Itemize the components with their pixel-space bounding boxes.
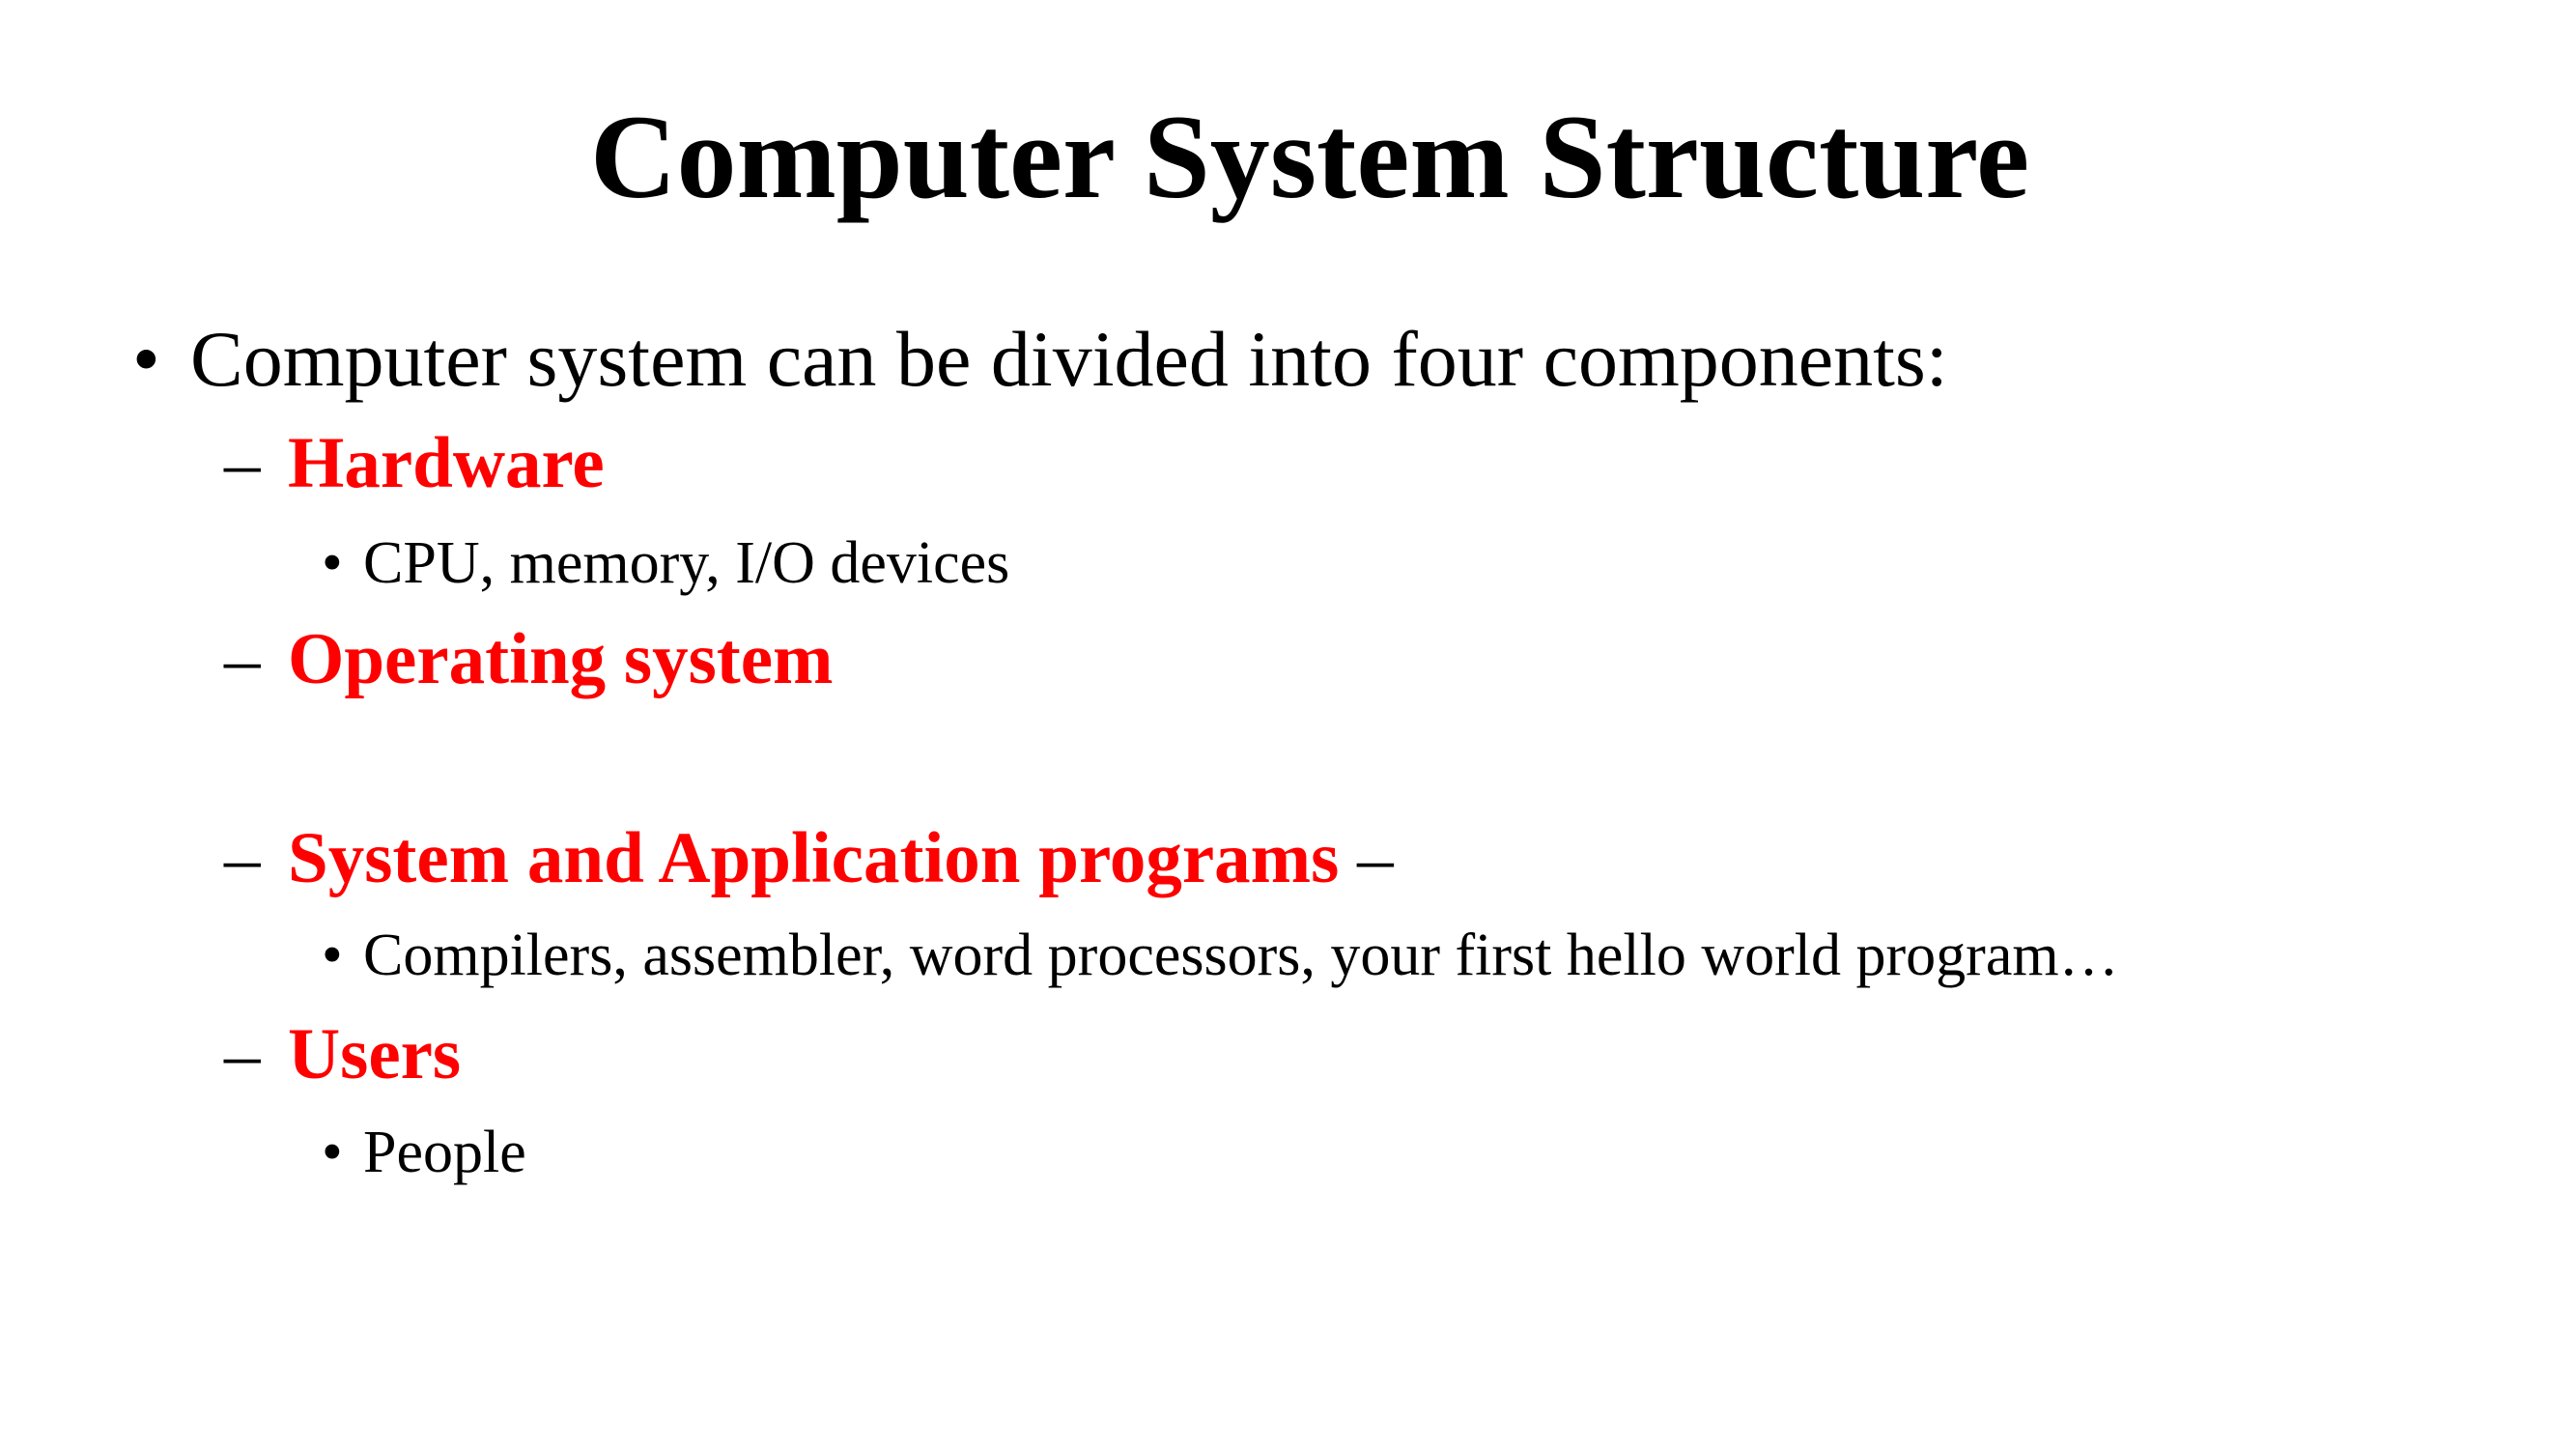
- bullet-icon: •: [322, 530, 343, 596]
- component-label-operating-system: Operating system: [288, 619, 834, 699]
- bullet-icon: •: [322, 1120, 343, 1185]
- detail-text: CPU, memory, I/O devices: [363, 530, 1010, 596]
- detail-text: Compilers, assembler, word processors, y…: [363, 923, 2119, 988]
- component-label: Hardware: [288, 419, 605, 508]
- component-label: System and Application programs –: [288, 814, 1394, 903]
- component-label: Users: [288, 1010, 461, 1099]
- component-label-programs: System and Application programs: [288, 818, 1340, 898]
- component-label: Operating system: [288, 615, 834, 704]
- component-label-hardware: Hardware: [288, 423, 605, 503]
- bullet-icon: •: [322, 923, 343, 988]
- slide-title: Computer System Structure: [589, 91, 2030, 223]
- dash-icon: –: [224, 423, 261, 503]
- slide: Computer System Structure • Computer sys…: [0, 0, 2576, 1448]
- component-suffix: –: [1339, 818, 1394, 898]
- detail-text: People: [363, 1120, 526, 1185]
- dash-icon: –: [224, 619, 261, 699]
- dash-icon: –: [224, 1014, 261, 1094]
- intro-text: Computer system can be divided into four…: [190, 315, 1948, 403]
- dash-icon: –: [224, 818, 261, 898]
- component-label-users: Users: [288, 1014, 462, 1094]
- bullet-icon: •: [132, 315, 160, 403]
